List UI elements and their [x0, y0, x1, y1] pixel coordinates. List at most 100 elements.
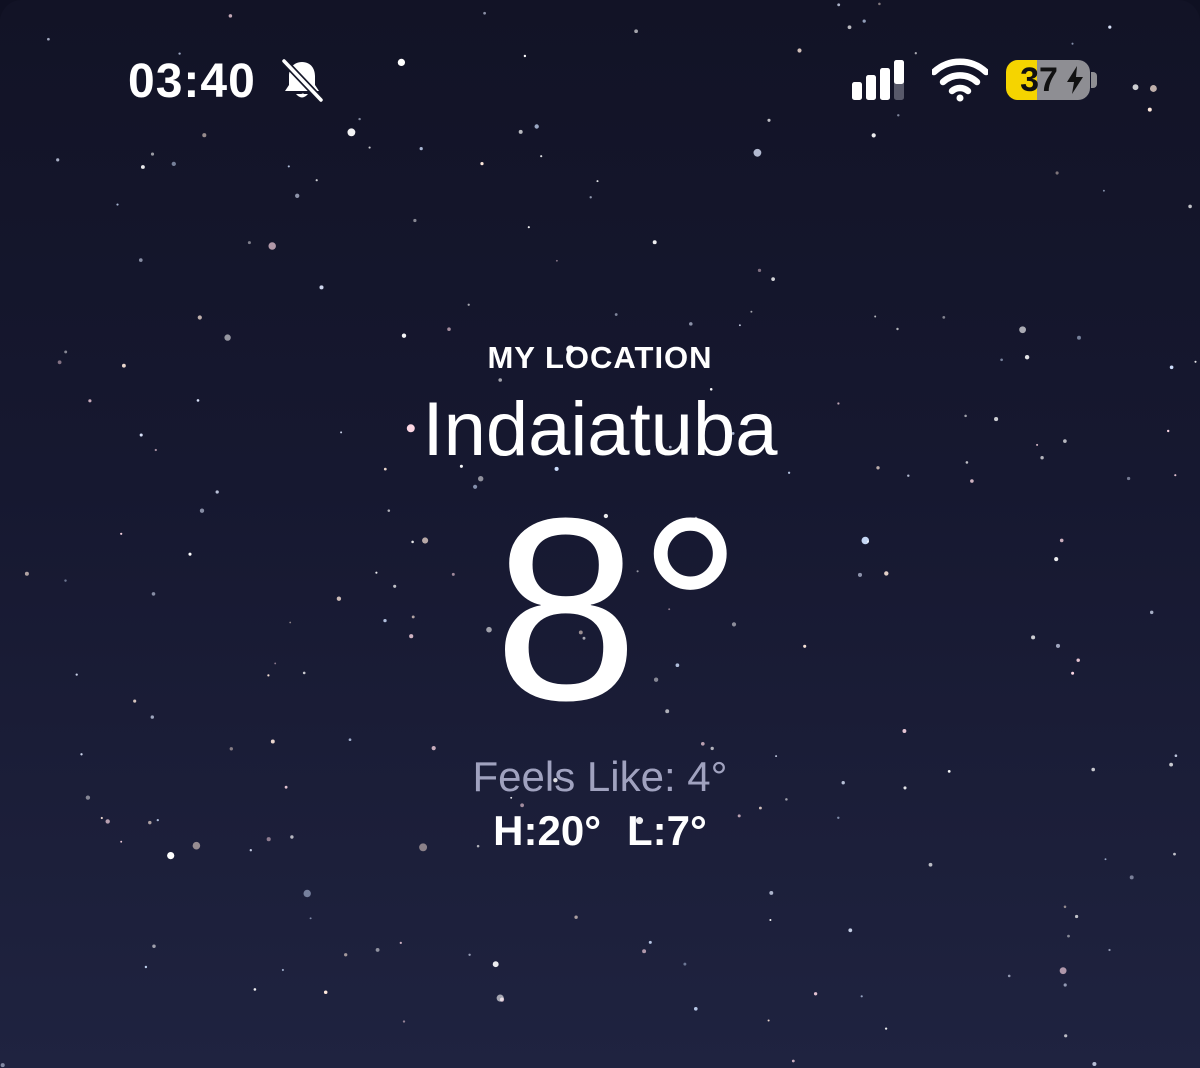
- star: [1007, 974, 1011, 978]
- current-temperature: 8°: [493, 465, 743, 755]
- star: [942, 316, 946, 319]
- star: [228, 14, 233, 18]
- star: [769, 890, 774, 895]
- cellular-signal-icon: [852, 60, 904, 100]
- star: [323, 990, 328, 994]
- star: [197, 315, 202, 320]
- star: [268, 242, 276, 250]
- star: [897, 114, 900, 117]
- feels-like-temperature: Feels Like: 4°: [472, 753, 728, 800]
- star: [750, 310, 753, 313]
- star: [344, 953, 348, 957]
- star: [56, 158, 60, 162]
- star: [518, 129, 523, 134]
- star: [319, 285, 324, 290]
- star: [574, 915, 578, 919]
- star: [523, 54, 527, 58]
- star: [871, 133, 876, 138]
- star: [1064, 1034, 1068, 1038]
- star: [1104, 858, 1107, 861]
- star: [467, 303, 470, 306]
- star: [431, 746, 436, 751]
- star: [116, 203, 119, 206]
- weather-screen: 03:40 37 MY LOCATION Indaiatuba 8° Feels…: [0, 0, 1200, 1068]
- star: [1132, 84, 1139, 91]
- star: [315, 179, 318, 182]
- star: [648, 940, 652, 944]
- star: [767, 1019, 770, 1022]
- star: [144, 965, 148, 969]
- star: [1074, 914, 1079, 919]
- star: [813, 992, 818, 996]
- star: [642, 949, 647, 954]
- star: [683, 962, 687, 966]
- star: [1149, 85, 1157, 92]
- star: [767, 118, 771, 122]
- bell-slash-icon: [281, 58, 324, 103]
- star: [478, 476, 484, 482]
- star: [480, 162, 484, 166]
- high-temperature: H:20°: [493, 807, 602, 854]
- star: [247, 241, 251, 245]
- star: [1108, 948, 1111, 952]
- star: [303, 889, 311, 898]
- star: [896, 327, 899, 331]
- star: [473, 484, 478, 489]
- star: [540, 155, 543, 158]
- star: [358, 117, 361, 121]
- battery-indicator: 37: [1006, 60, 1090, 100]
- star: [847, 25, 852, 30]
- battery-percent: 37: [1020, 61, 1058, 99]
- star: [295, 193, 300, 198]
- status-bar-time: 03:40: [128, 55, 256, 108]
- star: [928, 862, 933, 867]
- star: [652, 240, 657, 245]
- star: [1188, 204, 1192, 209]
- star: [1102, 189, 1105, 192]
- star: [534, 124, 539, 129]
- star: [797, 48, 802, 53]
- star: [468, 953, 471, 956]
- star: [140, 165, 145, 169]
- star: [634, 29, 638, 34]
- star: [1071, 42, 1074, 45]
- star: [1126, 476, 1131, 481]
- star: [555, 259, 558, 262]
- star: [47, 37, 50, 41]
- star: [769, 918, 772, 922]
- bolt-icon: [1067, 66, 1083, 94]
- star: [270, 739, 275, 744]
- star: [862, 19, 866, 23]
- star: [399, 941, 402, 945]
- star: [347, 128, 356, 137]
- star: [791, 1059, 795, 1063]
- star: [0, 1063, 5, 1068]
- high-low-temperatures: H:20° L:7°: [0, 806, 1200, 856]
- star: [171, 161, 176, 167]
- star: [348, 738, 352, 742]
- city-name: Indaiatuba: [422, 387, 778, 472]
- star: [375, 947, 380, 952]
- star: [837, 3, 841, 7]
- star: [589, 196, 592, 199]
- battery-cap: [1091, 72, 1097, 88]
- star: [753, 148, 762, 157]
- star: [368, 146, 371, 149]
- star: [447, 327, 451, 331]
- star: [253, 988, 257, 991]
- star: [693, 1006, 698, 1011]
- star: [1019, 326, 1026, 334]
- star: [1059, 967, 1067, 975]
- star: [771, 277, 775, 281]
- star: [138, 258, 143, 262]
- star: [496, 994, 504, 1002]
- star: [309, 917, 312, 920]
- star: [1067, 934, 1070, 938]
- star: [527, 226, 530, 229]
- star: [202, 133, 207, 138]
- star: [738, 324, 741, 327]
- star: [419, 146, 423, 151]
- star: [483, 11, 486, 15]
- star: [860, 995, 863, 998]
- star: [1055, 171, 1059, 175]
